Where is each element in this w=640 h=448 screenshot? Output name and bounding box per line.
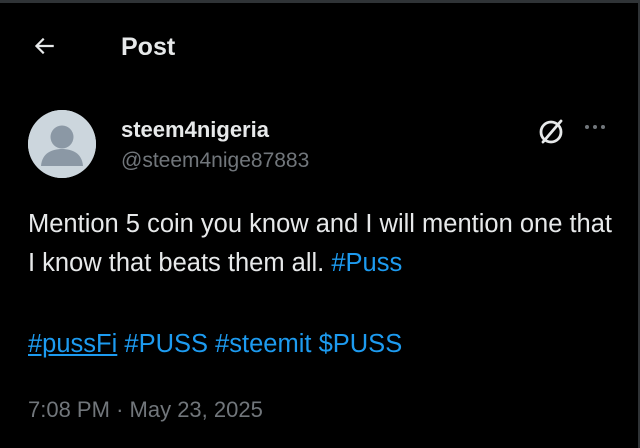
hashtag-link[interactable]: #PUSS — [124, 330, 208, 358]
grok-button[interactable] — [533, 116, 569, 152]
hashtag-link[interactable]: #pussFi — [28, 330, 117, 358]
tweet-tags: #pussFi #PUSS #steemit $PUSS — [28, 325, 402, 364]
default-avatar-icon — [28, 110, 96, 178]
author-display-name[interactable]: steem4nigeria — [121, 117, 269, 143]
hashtag-link[interactable]: #steemit — [215, 330, 311, 358]
post-time[interactable]: 7:08 PM — [28, 397, 110, 422]
post-date[interactable]: May 23, 2025 — [130, 397, 263, 422]
cashtag-link[interactable]: $PUSS — [319, 330, 403, 358]
more-dots-icon — [583, 118, 607, 136]
author-handle[interactable]: @steem4nige87883 — [121, 148, 309, 174]
page-title: Post — [121, 33, 176, 61]
tweet-body-text: Mention 5 coin you know and I will menti… — [28, 210, 613, 277]
grok-icon — [536, 117, 566, 152]
window-top-border — [0, 0, 640, 3]
timestamp-separator: · — [116, 397, 124, 422]
more-options-button[interactable] — [578, 116, 612, 138]
tweet-text: Mention 5 coin you know and I will menti… — [28, 205, 618, 283]
avatar[interactable] — [28, 110, 96, 178]
back-button[interactable] — [24, 28, 64, 68]
post-timestamp: 7:08 PM · May 23, 2025 — [28, 396, 263, 424]
hashtag-link[interactable]: #Puss — [331, 249, 402, 277]
arrow-left-icon — [31, 33, 57, 64]
